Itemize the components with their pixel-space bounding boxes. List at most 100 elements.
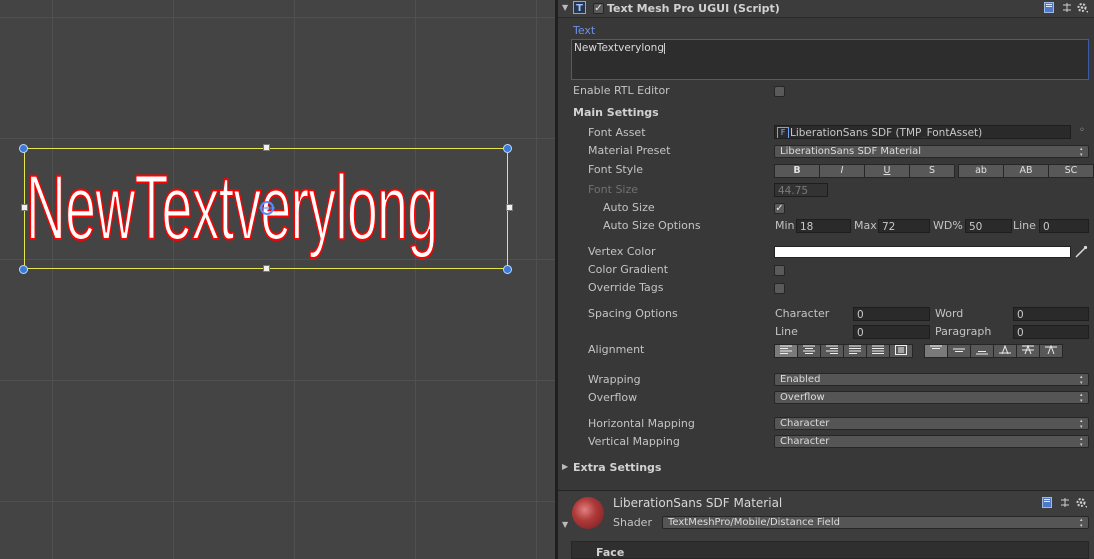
- wd-field[interactable]: 50: [965, 219, 1012, 233]
- align-middle-icon: [953, 348, 965, 352]
- align-geometry-center-icon: [895, 345, 907, 355]
- edge-handle-bottom[interactable]: [263, 265, 270, 272]
- vertical-mapping-value: Character: [780, 436, 830, 447]
- horizontal-alignment-buttons: [774, 344, 916, 358]
- material-help-icon[interactable]: [1042, 497, 1052, 508]
- text-label: Text: [573, 24, 596, 37]
- horizontal-mapping-label: Horizontal Mapping: [588, 417, 695, 430]
- align-baseline-icon: [999, 344, 1011, 355]
- align-justify-button[interactable]: [843, 344, 867, 358]
- component-enabled-checkbox[interactable]: ✓: [593, 3, 604, 14]
- font-style-lowercase-button[interactable]: ab: [958, 164, 1004, 178]
- character-spacing-field[interactable]: 0: [853, 307, 930, 321]
- help-icon[interactable]: [1044, 2, 1054, 13]
- edge-handle-top[interactable]: [263, 144, 270, 151]
- gear-icon[interactable]: [1076, 1, 1089, 14]
- preset-icon[interactable]: [1062, 2, 1072, 13]
- material-gear-icon[interactable]: [1075, 496, 1088, 509]
- override-tags-checkbox[interactable]: [774, 283, 785, 294]
- wd-value: 50: [969, 221, 983, 233]
- component-title: Text Mesh Pro UGUI (Script): [607, 2, 780, 15]
- font-style-label: Font Style: [588, 163, 644, 176]
- character-spacing-value: 0: [857, 309, 864, 321]
- corner-handle-bottom-right[interactable]: [503, 265, 512, 274]
- font-style-smallcaps-button[interactable]: SC: [1048, 164, 1094, 178]
- word-spacing-field[interactable]: 0: [1013, 307, 1089, 321]
- corner-handle-top-right[interactable]: [503, 144, 512, 153]
- rtl-label: Enable RTL Editor: [573, 84, 670, 97]
- font-style-underline-button[interactable]: U: [864, 164, 910, 178]
- overflow-value: Overflow: [780, 392, 825, 403]
- min-label: Min: [775, 219, 795, 232]
- font-style-uppercase-button[interactable]: AB: [1003, 164, 1049, 178]
- scene-view[interactable]: NewTextverylong: [0, 0, 555, 559]
- align-top-button[interactable]: [924, 344, 948, 358]
- override-tags-label: Override Tags: [588, 281, 664, 294]
- extra-settings-arrow-icon[interactable]: ▶: [562, 462, 568, 471]
- color-gradient-checkbox[interactable]: [774, 265, 785, 276]
- max-field[interactable]: 72: [878, 219, 930, 233]
- extra-settings-header[interactable]: Extra Settings: [573, 461, 661, 474]
- pivot-icon[interactable]: [256, 197, 278, 219]
- character-spacing-label: Character: [775, 307, 830, 320]
- spacing-options-label: Spacing Options: [588, 307, 678, 320]
- face-section: [571, 541, 1089, 559]
- align-baseline-button[interactable]: [993, 344, 1017, 358]
- align-midline-icon: [1022, 344, 1034, 355]
- edge-handle-left[interactable]: [21, 204, 28, 211]
- font-style-bold-button[interactable]: B: [774, 164, 820, 178]
- foldout-arrow-icon[interactable]: ▼: [562, 3, 568, 12]
- paragraph-spacing-field[interactable]: 0: [1013, 325, 1089, 339]
- auto-size-checkbox[interactable]: ✓: [774, 203, 785, 214]
- min-value: 18: [800, 221, 814, 233]
- eyedropper-icon[interactable]: [1074, 245, 1088, 259]
- wrapping-dropdown[interactable]: Enabled: [774, 373, 1089, 386]
- face-header[interactable]: Face: [596, 546, 624, 559]
- font-asset-label: Font Asset: [588, 126, 646, 139]
- line-label: Line: [1013, 219, 1036, 232]
- font-asset-field[interactable]: F LiberationSans SDF (TMP_FontAsset): [774, 125, 1071, 139]
- align-middle-button[interactable]: [947, 344, 971, 358]
- font-asset-value: LiberationSans SDF (TMP_FontAsset): [790, 127, 983, 139]
- wrapping-label: Wrapping: [588, 373, 641, 386]
- material-preset-dropdown[interactable]: LiberationSans SDF Material: [774, 145, 1089, 158]
- align-flush-button[interactable]: [866, 344, 890, 358]
- font-size-field: 44.75: [774, 183, 828, 197]
- corner-handle-bottom-left[interactable]: [19, 265, 28, 274]
- vertex-color-swatch[interactable]: [774, 246, 1071, 258]
- align-capline-button[interactable]: [1039, 344, 1063, 358]
- align-flush-icon: [872, 345, 884, 354]
- vertical-mapping-dropdown[interactable]: Character: [774, 435, 1089, 448]
- shader-dropdown[interactable]: TextMeshPro/Mobile/Distance Field: [662, 516, 1089, 529]
- edge-handle-right[interactable]: [506, 204, 513, 211]
- line-spacing-value: 0: [857, 327, 864, 339]
- align-left-button[interactable]: [774, 344, 798, 358]
- text-component-icon: T: [573, 1, 586, 14]
- align-right-button[interactable]: [820, 344, 844, 358]
- font-style-strikethrough-button[interactable]: S: [909, 164, 955, 178]
- line-spacing-field[interactable]: 0: [853, 325, 930, 339]
- auto-size-label: Auto Size: [603, 201, 655, 214]
- wrapping-value: Enabled: [780, 374, 821, 385]
- align-geometry-center-button[interactable]: [889, 344, 913, 358]
- rtl-checkbox[interactable]: [774, 86, 785, 97]
- font-size-label: Font Size: [588, 183, 639, 196]
- align-right-icon: [826, 345, 838, 354]
- material-preset-icon[interactable]: [1060, 497, 1070, 508]
- align-midline-button[interactable]: [1016, 344, 1040, 358]
- material-foldout-arrow-icon[interactable]: ▼: [562, 520, 568, 529]
- font-style-italic-button[interactable]: I: [819, 164, 865, 178]
- horizontal-mapping-dropdown[interactable]: Character: [774, 417, 1089, 430]
- align-center-icon: [803, 345, 815, 354]
- paragraph-spacing-label: Paragraph: [935, 325, 992, 338]
- align-left-icon: [780, 345, 792, 354]
- align-bottom-button[interactable]: [970, 344, 994, 358]
- overflow-dropdown[interactable]: Overflow: [774, 391, 1089, 404]
- object-picker-icon[interactable]: ◦: [1079, 125, 1085, 136]
- text-input[interactable]: NewTextverylong: [571, 39, 1089, 80]
- line-field[interactable]: 0: [1039, 219, 1089, 233]
- align-center-button[interactable]: [797, 344, 821, 358]
- main-settings-header: Main Settings: [573, 106, 659, 119]
- min-field[interactable]: 18: [796, 219, 851, 233]
- corner-handle-top-left[interactable]: [19, 144, 28, 153]
